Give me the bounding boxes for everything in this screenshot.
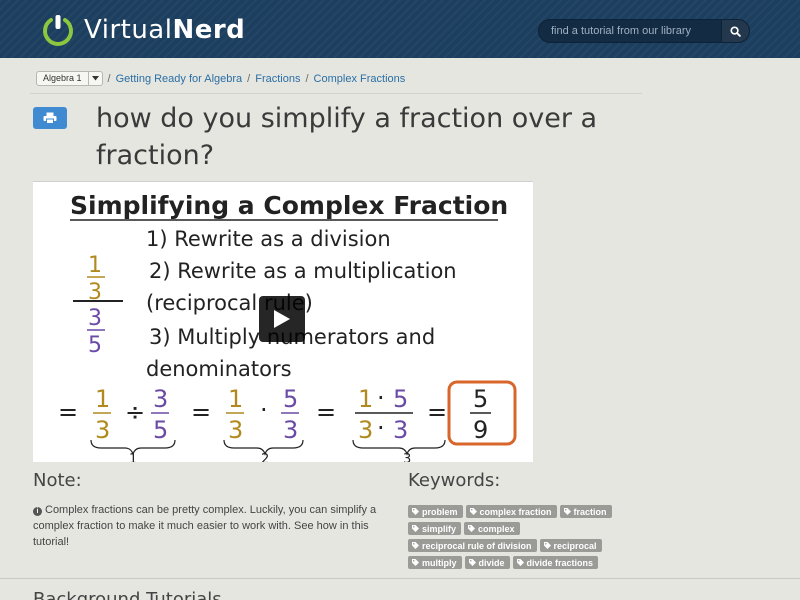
keyword-tag[interactable]: reciprocal	[539, 539, 602, 552]
tag-icon	[543, 542, 551, 549]
complex-fraction: 1 3 3 5	[73, 253, 123, 358]
course-select-value: Algebra 1	[43, 73, 82, 83]
breadcrumb-link-fractions[interactable]: Fractions	[255, 73, 300, 85]
keyword-tag[interactable]: reciprocal rule of division	[408, 539, 537, 552]
video-step-3b: denominators	[146, 357, 292, 381]
keyword-row: reciprocal rule of division reciprocal	[408, 539, 602, 552]
video-heading: Simplifying a Complex Fraction	[70, 191, 508, 220]
site-logo[interactable]: VirtualNerd	[40, 10, 245, 50]
keyword-tag[interactable]: complex	[464, 522, 520, 535]
svg-text:1: 1	[88, 253, 102, 278]
svg-text:5: 5	[393, 385, 408, 413]
tag-icon	[412, 542, 419, 549]
search-icon	[730, 25, 741, 37]
svg-text:=: =	[427, 398, 447, 426]
keywords-heading: Keywords:	[408, 470, 501, 491]
svg-text:·: ·	[377, 384, 385, 412]
tag-icon	[468, 525, 476, 532]
play-button[interactable]	[259, 296, 305, 342]
svg-text:5: 5	[473, 385, 488, 413]
note-text-block: i Complex fractions can be pretty complex…	[33, 502, 393, 550]
svg-text:3: 3	[228, 416, 243, 444]
breadcrumb-link-complex-fractions[interactable]: Complex Fractions	[314, 73, 406, 85]
info-icon: i	[33, 507, 42, 516]
svg-text:1: 1	[358, 385, 373, 413]
tag-icon	[412, 525, 419, 532]
svg-text:2: 2	[261, 452, 269, 462]
svg-text:5: 5	[153, 416, 168, 444]
breadcrumb-separator: /	[247, 72, 251, 85]
breadcrumb-separator: /	[107, 72, 111, 85]
svg-text:·: ·	[260, 396, 268, 424]
site-header: VirtualNerd	[0, 0, 800, 58]
svg-text:1: 1	[95, 385, 110, 413]
tag-icon	[469, 508, 477, 515]
breadcrumb: Algebra 1 / Getting Ready for Algebra / …	[30, 64, 642, 94]
svg-text:1: 1	[228, 385, 243, 413]
svg-text:=: =	[191, 398, 211, 426]
print-button[interactable]	[33, 107, 67, 129]
equation: = 1 3 ÷ 3 5 = 1 3 · 5 3 = 1 · 5 3 · 3 = …	[58, 380, 517, 446]
play-icon	[274, 310, 290, 328]
keyword-tag[interactable]: complex fraction	[465, 505, 557, 518]
svg-text:=: =	[58, 398, 78, 426]
keyword-tag[interactable]: divide fractions	[512, 556, 599, 569]
search-button[interactable]	[722, 19, 750, 43]
svg-text:3: 3	[403, 452, 411, 462]
svg-text:1: 1	[129, 452, 137, 462]
svg-text:3: 3	[393, 416, 408, 444]
caret-down-icon	[87, 72, 102, 85]
tag-icon	[516, 559, 524, 566]
power-logo-icon	[43, 15, 73, 46]
svg-text:5: 5	[283, 385, 298, 413]
search-input[interactable]	[538, 19, 722, 43]
svg-text:÷: ÷	[125, 398, 145, 426]
tag-icon	[468, 559, 476, 566]
logo-text-bold: Nerd	[172, 15, 246, 45]
keyword-row: simplify complex	[408, 522, 520, 535]
svg-text:·: ·	[377, 414, 385, 442]
background-tutorials-heading: Background Tutorials	[33, 589, 222, 600]
video-step-2: 2) Rewrite as a multiplication	[149, 259, 457, 283]
breadcrumb-separator: /	[305, 72, 309, 85]
svg-text:3: 3	[95, 416, 110, 444]
svg-text:3: 3	[283, 416, 298, 444]
breadcrumb-link-getting-ready[interactable]: Getting Ready for Algebra	[116, 73, 243, 85]
keyword-tag[interactable]: problem	[408, 505, 463, 518]
video-step-1: 1) Rewrite as a division	[146, 227, 391, 251]
keyword-tag[interactable]: multiply	[408, 556, 462, 569]
keyword-tag[interactable]: fraction	[559, 505, 612, 518]
keyword-row: multiply divide divide fractions	[408, 556, 599, 569]
search-bar	[538, 19, 750, 43]
logo-text-light: Virtual	[84, 15, 173, 45]
print-icon	[43, 112, 57, 124]
svg-text:9: 9	[473, 416, 488, 444]
tag-icon	[412, 508, 419, 515]
keyword-tag[interactable]: simplify	[408, 522, 462, 535]
svg-text:=: =	[316, 398, 336, 426]
tag-icon	[563, 508, 571, 515]
note-heading: Note:	[33, 470, 82, 491]
course-select[interactable]: Algebra 1	[36, 71, 103, 86]
tag-icon	[412, 559, 419, 566]
keyword-row: problem complex fraction fraction	[408, 505, 612, 518]
svg-text:3: 3	[358, 416, 373, 444]
note-text: Complex fractions can be pretty complex.…	[33, 504, 377, 548]
svg-text:3: 3	[153, 385, 168, 413]
svg-text:3: 3	[88, 306, 102, 331]
keyword-tag[interactable]: divide	[464, 556, 510, 569]
section-divider	[0, 578, 800, 579]
page-title: how do you simplify a fraction over a fr…	[96, 103, 598, 171]
svg-text:5: 5	[88, 333, 102, 358]
